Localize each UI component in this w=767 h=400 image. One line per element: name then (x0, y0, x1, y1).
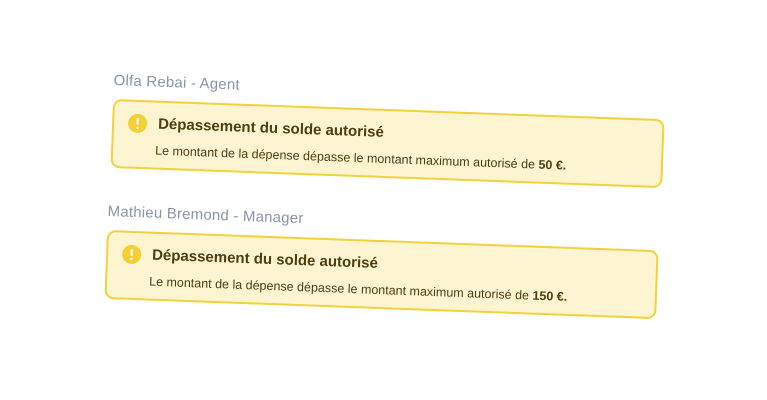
alert-amount: 150 €. (532, 288, 568, 304)
alert-title: Dépassement du solde autorisé (157, 115, 385, 141)
alert-message-text: Le montant de la dépense dépasse le mont… (154, 143, 536, 172)
approval-block-manager: Mathieu Bremond - Manager Dépassement du… (104, 203, 659, 320)
approval-block-agent: Olfa Rebai - Agent Dépassement du solde … (110, 72, 665, 189)
approval-alerts-canvas: Olfa Rebai - Agent Dépassement du solde … (0, 0, 767, 400)
limit-exceeded-alert: Dépassement du solde autorisé Le montant… (104, 229, 659, 320)
exclamation-circle-icon (127, 113, 148, 133)
alert-title: Dépassement du solde autorisé (151, 246, 379, 272)
alert-message-text: Le montant de la dépense dépasse le mont… (148, 274, 530, 303)
exclamation-circle-icon (121, 244, 142, 264)
alert-amount: 50 €. (538, 157, 567, 173)
limit-exceeded-alert: Dépassement du solde autorisé Le montant… (110, 98, 665, 189)
